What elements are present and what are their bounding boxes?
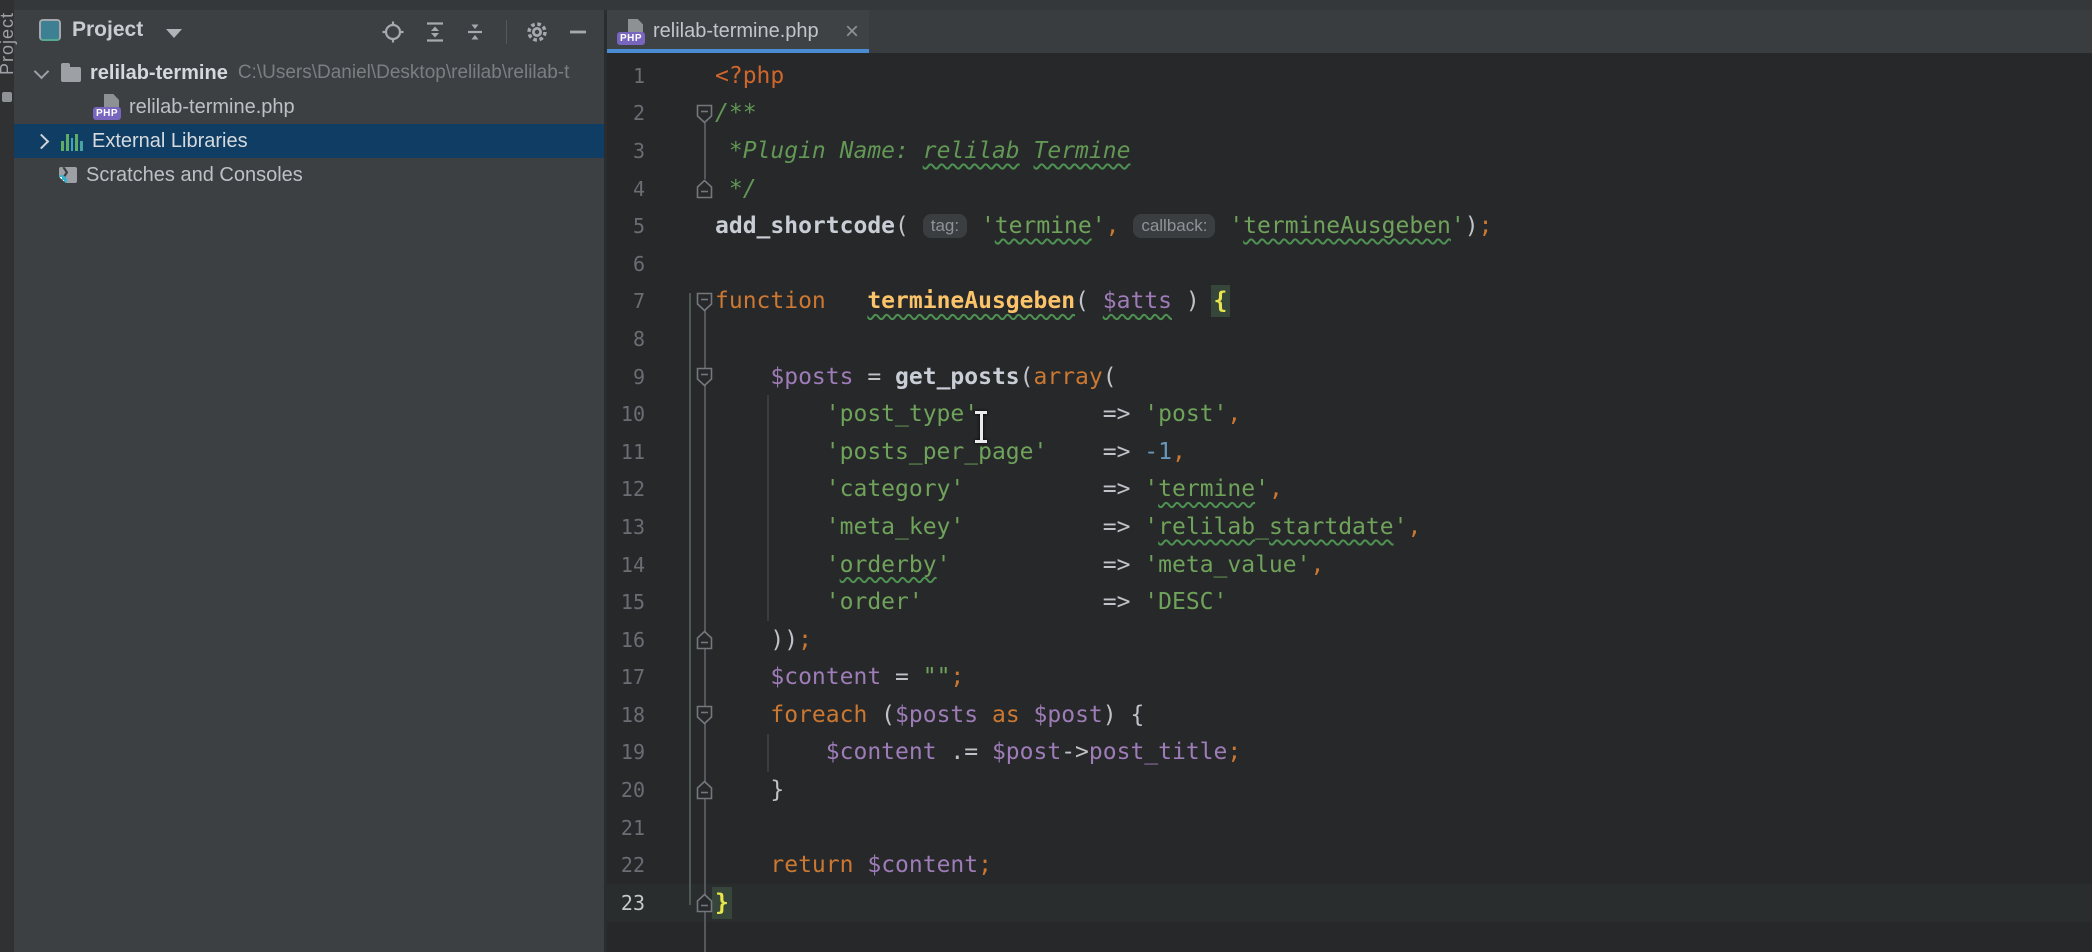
code-line-1[interactable]: 1<?php	[607, 57, 2092, 95]
code-line-8[interactable]: 8	[607, 320, 2092, 358]
php-file-icon: PHP	[617, 19, 644, 45]
line-number: 4	[607, 177, 653, 201]
line-number: 14	[607, 553, 653, 577]
parameter-hint-pill: callback:	[1133, 214, 1215, 238]
locate-file-icon[interactable]	[379, 18, 407, 46]
tree-item-relilab-termine[interactable]: relilab-termine C:\Users\Daniel\Desktop\r…	[14, 56, 604, 90]
chevron-down-icon[interactable]	[166, 29, 182, 38]
phpstorm-window: Project Project relilab-termine	[0, 0, 2092, 952]
code-line-21[interactable]: 21	[607, 809, 2092, 847]
fold-marker-icon[interactable]	[696, 179, 713, 204]
code-line-9[interactable]: 9 $posts = get_posts(array(	[607, 358, 2092, 396]
line-number: 18	[607, 703, 653, 727]
line-number: 12	[607, 477, 653, 501]
fold-marker-icon[interactable]	[696, 893, 713, 918]
project-tree: relilab-termine C:\Users\Daniel\Desktop\r…	[14, 56, 604, 192]
line-number: 22	[607, 853, 653, 877]
tab-label: relilab-termine.php	[653, 20, 819, 43]
code-line-16[interactable]: 16 ));	[607, 621, 2092, 659]
code-line-5[interactable]: 5add_shortcode( tag: 'termine', callback…	[607, 207, 2092, 245]
line-number: 6	[607, 252, 653, 276]
tree-item-relilab-termine-php[interactable]: PHP relilab-termine.php	[14, 90, 604, 124]
line-number: 13	[607, 515, 653, 539]
fold-marker-icon[interactable]	[696, 367, 713, 392]
hide-panel-icon[interactable]	[564, 18, 592, 46]
code-line-17[interactable]: 17 $content = "";	[607, 659, 2092, 697]
chevron-down-icon[interactable]	[34, 63, 50, 79]
tree-item-label: relilab-termine	[90, 62, 228, 85]
fold-marker-icon[interactable]	[696, 104, 713, 129]
tree-item-label: relilab-termine.php	[129, 96, 295, 119]
line-number: 7	[607, 289, 653, 313]
line-number: 20	[607, 778, 653, 802]
project-panel-title[interactable]: Project	[72, 18, 143, 42]
tab-close-icon[interactable]: ×	[845, 22, 859, 42]
line-number: 21	[607, 816, 653, 840]
line-number: 15	[607, 590, 653, 614]
library-icon	[61, 132, 83, 151]
code-line-13[interactable]: 13 'meta_key' => 'relilab_startdate',	[607, 508, 2092, 546]
tree-item-external-libraries[interactable]: External Libraries	[14, 124, 604, 158]
line-number: 2	[607, 101, 653, 125]
tree-item-label: External Libraries	[92, 130, 248, 153]
line-number: 3	[607, 139, 653, 163]
code-line-3[interactable]: 3 *Plugin Name: relilab Termine	[607, 132, 2092, 170]
code-line-22[interactable]: 22 return $content;	[607, 846, 2092, 884]
tool-window-bar-project-label[interactable]: Project	[0, 12, 18, 75]
code-lines: 1<?php2/**3 *Plugin Name: relilab Termin…	[607, 57, 2092, 922]
fold-marker-icon[interactable]	[696, 780, 713, 805]
tree-item-path: C:\Users\Daniel\Desktop\relilab\relilab-…	[238, 62, 570, 84]
line-number: 11	[607, 440, 653, 464]
code-line-4[interactable]: 4 */	[607, 170, 2092, 208]
line-number: 1	[607, 64, 653, 88]
code-line-15[interactable]: 15 'order' => 'DESC'	[607, 583, 2092, 621]
code-line-7[interactable]: 7function termineAusgeben( $atts ) {	[607, 283, 2092, 321]
code-line-18[interactable]: 18 foreach ($posts as $post) {	[607, 696, 2092, 734]
tree-item-label: Scratches and Consoles	[86, 164, 303, 187]
fold-marker-icon[interactable]	[696, 292, 713, 317]
php-file-icon: PHP	[93, 94, 120, 120]
code-line-23[interactable]: 23}	[607, 884, 2092, 922]
line-number: 23	[607, 891, 653, 915]
code-line-6[interactable]: 6	[607, 245, 2092, 283]
line-number: 8	[607, 327, 653, 351]
line-number: 16	[607, 628, 653, 652]
code-line-2[interactable]: 2/**	[607, 95, 2092, 133]
code-line-20[interactable]: 20 }	[607, 771, 2092, 809]
fold-marker-icon[interactable]	[696, 630, 713, 655]
tool-window-bar: Project	[0, 0, 14, 952]
project-panel-header: Project	[14, 10, 604, 53]
code-line-19[interactable]: 19 $content .= $post->post_title;	[607, 734, 2092, 772]
settings-gear-icon[interactable]	[523, 18, 551, 46]
chevron-right-icon[interactable]	[34, 133, 50, 149]
project-view-icon	[39, 19, 61, 41]
code-editor[interactable]: 1<?php2/**3 *Plugin Name: relilab Termin…	[607, 53, 2092, 952]
folder-icon	[61, 67, 81, 82]
expand-all-icon[interactable]	[421, 18, 449, 46]
line-number: 9	[607, 365, 653, 389]
line-number: 19	[607, 740, 653, 764]
code-line-11[interactable]: 11 'posts_per_page' => -1,	[607, 433, 2092, 471]
collapse-all-icon[interactable]	[461, 18, 489, 46]
code-line-14[interactable]: 14 'orderby' => 'meta_value',	[607, 546, 2092, 584]
tab-relilab-termine-php[interactable]: PHP relilab-termine.php ×	[607, 10, 869, 53]
line-number: 5	[607, 214, 653, 238]
parameter-hint-pill: tag:	[923, 214, 967, 238]
project-panel: Project relilab-termine C:\Users\Daniel\D…	[14, 10, 604, 952]
toolbar-divider	[506, 20, 507, 44]
mouse-cursor-ibeam	[974, 411, 988, 443]
tree-item-scratches-and-consoles[interactable]: Scratches and Consoles	[14, 158, 604, 192]
code-line-10[interactable]: 10 'post_type' => 'post',	[607, 395, 2092, 433]
code-line-12[interactable]: 12 'category' => 'termine',	[607, 471, 2092, 509]
fold-marker-icon[interactable]	[696, 705, 713, 730]
tool-window-square-icon[interactable]	[2, 92, 12, 102]
editor-tab-bar: PHP relilab-termine.php ×	[607, 10, 2092, 53]
line-number: 17	[607, 665, 653, 689]
line-number: 10	[607, 402, 653, 426]
scratches-icon	[59, 167, 77, 183]
